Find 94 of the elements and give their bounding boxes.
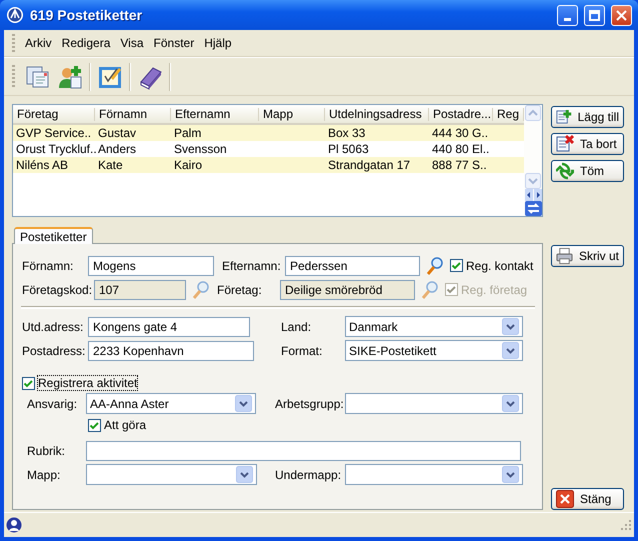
window-title: 619 Postetiketter: [30, 7, 144, 23]
chevron-down-icon[interactable]: [502, 466, 519, 483]
checkbox[interactable]: [22, 376, 35, 390]
app-icon: [6, 6, 24, 24]
table-cell-text: Niléns AB: [15, 158, 70, 172]
clear-button[interactable]: Töm: [551, 160, 624, 182]
checkbox-label: Reg. företag: [461, 282, 528, 296]
field-label: Mapp:: [27, 468, 62, 482]
document-add-icon: [556, 108, 572, 126]
checkbox-label: Registrera aktivitet: [38, 376, 138, 390]
table-cell-text: GVP Service..: [15, 126, 92, 140]
chevron-down-icon[interactable]: [502, 342, 519, 359]
dropdown[interactable]: [345, 393, 523, 414]
chevron-down-icon[interactable]: [502, 395, 519, 412]
field-label: Postadress:: [22, 344, 86, 358]
table-cell-text: Gustav: [97, 126, 138, 140]
chevron-down-icon[interactable]: [502, 318, 519, 335]
user-icon: [6, 517, 22, 533]
swap-icon[interactable]: [524, 201, 542, 216]
table-cell-text: Pl 5063: [327, 142, 370, 156]
table-cell-text: Orust Tryckluf..: [15, 142, 95, 156]
column-header[interactable]: Företag: [13, 108, 95, 120]
maximize-button[interactable]: [584, 4, 605, 26]
dropdown[interactable]: [345, 464, 523, 485]
field-label: Förnamn:: [22, 258, 74, 272]
field-label: Rubrik:: [27, 444, 66, 458]
dropdown[interactable]: [86, 464, 257, 485]
table-cell-text: Svensson: [173, 142, 228, 156]
table-cell-text: Kairo: [173, 158, 204, 172]
menu-item[interactable]: Redigera: [58, 34, 114, 52]
checkmark-icon: [23, 378, 34, 388]
menu-item[interactable]: Fönster: [150, 34, 198, 52]
text-field[interactable]: Mogens: [88, 256, 214, 276]
table-cell-text: 444 30 G..: [431, 126, 490, 140]
field-label: Efternamn:: [222, 258, 282, 272]
field-label: Företagskod:: [22, 282, 94, 296]
checkbox-label: Att göra: [104, 418, 146, 432]
menu-item[interactable]: Visa: [116, 34, 148, 52]
checkmark-icon: [89, 420, 100, 430]
minimize-icon: [564, 18, 571, 20]
menu-item[interactable]: Arkiv: [21, 34, 56, 52]
table-cell-text: Anders: [97, 142, 138, 156]
text-field[interactable]: Kongens gate 4: [88, 316, 250, 336]
close-button[interactable]: Stäng: [551, 488, 624, 510]
table-cell-text: 888 77 S..: [431, 158, 488, 172]
field-label: Företag:: [217, 282, 263, 296]
checkbox[interactable]: [88, 418, 101, 432]
table-cell-text: Box 33: [327, 126, 366, 140]
field-label: Format:: [281, 344, 324, 358]
printer-icon: [556, 247, 573, 265]
tab[interactable]: Postetiketter: [14, 227, 93, 244]
column-header[interactable]: Utdelningsadress: [325, 108, 429, 120]
close-icon: [556, 490, 574, 508]
column-header[interactable]: Förnamn: [95, 108, 171, 120]
close-icon: [616, 10, 627, 20]
checkbox-label: Reg. kontakt: [466, 258, 534, 272]
table-cell-text: Palm: [173, 126, 202, 140]
dropdown[interactable]: SIKE-Postetikett: [345, 340, 523, 361]
table-cell-text: 440 80 El..: [431, 142, 490, 156]
menu-item[interactable]: Hjälp: [200, 34, 236, 52]
chevron-down-icon[interactable]: [235, 395, 252, 412]
add-button[interactable]: Lägg till: [551, 106, 624, 128]
column-header[interactable]: Efternamn: [171, 108, 259, 120]
scroll-left-right-icon[interactable]: [524, 189, 542, 201]
user-add-icon[interactable]: [57, 64, 83, 90]
text-field[interactable]: 2233 Kopenhavn: [88, 340, 254, 360]
minimize-button[interactable]: [557, 4, 578, 26]
chevron-down-icon[interactable]: [236, 466, 253, 483]
field-label: Land:: [281, 320, 312, 334]
dropdown[interactable]: AA-Anna Aster: [86, 393, 256, 414]
checkmark-icon: [451, 261, 462, 270]
text-field: 107: [94, 280, 186, 300]
field-label: Undermapp:: [275, 468, 342, 482]
text-field: Deilige smörebröd: [280, 280, 415, 300]
checkbox[interactable]: [450, 259, 463, 272]
column-header[interactable]: Postadre...: [429, 108, 493, 120]
remove-button[interactable]: Ta bort: [551, 133, 624, 155]
close-button[interactable]: [611, 4, 632, 26]
field-label: Ansvarig:: [27, 396, 78, 410]
text-field[interactable]: [86, 440, 521, 460]
column-header[interactable]: Mapp: [259, 108, 325, 120]
document-delete-icon: [556, 135, 574, 153]
print-button[interactable]: Skriv ut: [551, 245, 624, 267]
documents-icon[interactable]: [25, 64, 51, 90]
field-label: Arbetsgrupp:: [275, 396, 345, 410]
field-label: Utd.adress:: [22, 320, 84, 334]
resize-grip-icon: [620, 519, 632, 531]
text-field[interactable]: Pederssen: [285, 256, 420, 276]
maximize-icon: [589, 10, 600, 20]
table-cell-text: Strandgatan 17: [327, 158, 412, 172]
table-cell-text: Kate: [97, 158, 124, 172]
search-icon[interactable]: [426, 256, 444, 275]
dropdown[interactable]: Danmark: [345, 316, 523, 337]
recycle-icon: [556, 162, 574, 180]
